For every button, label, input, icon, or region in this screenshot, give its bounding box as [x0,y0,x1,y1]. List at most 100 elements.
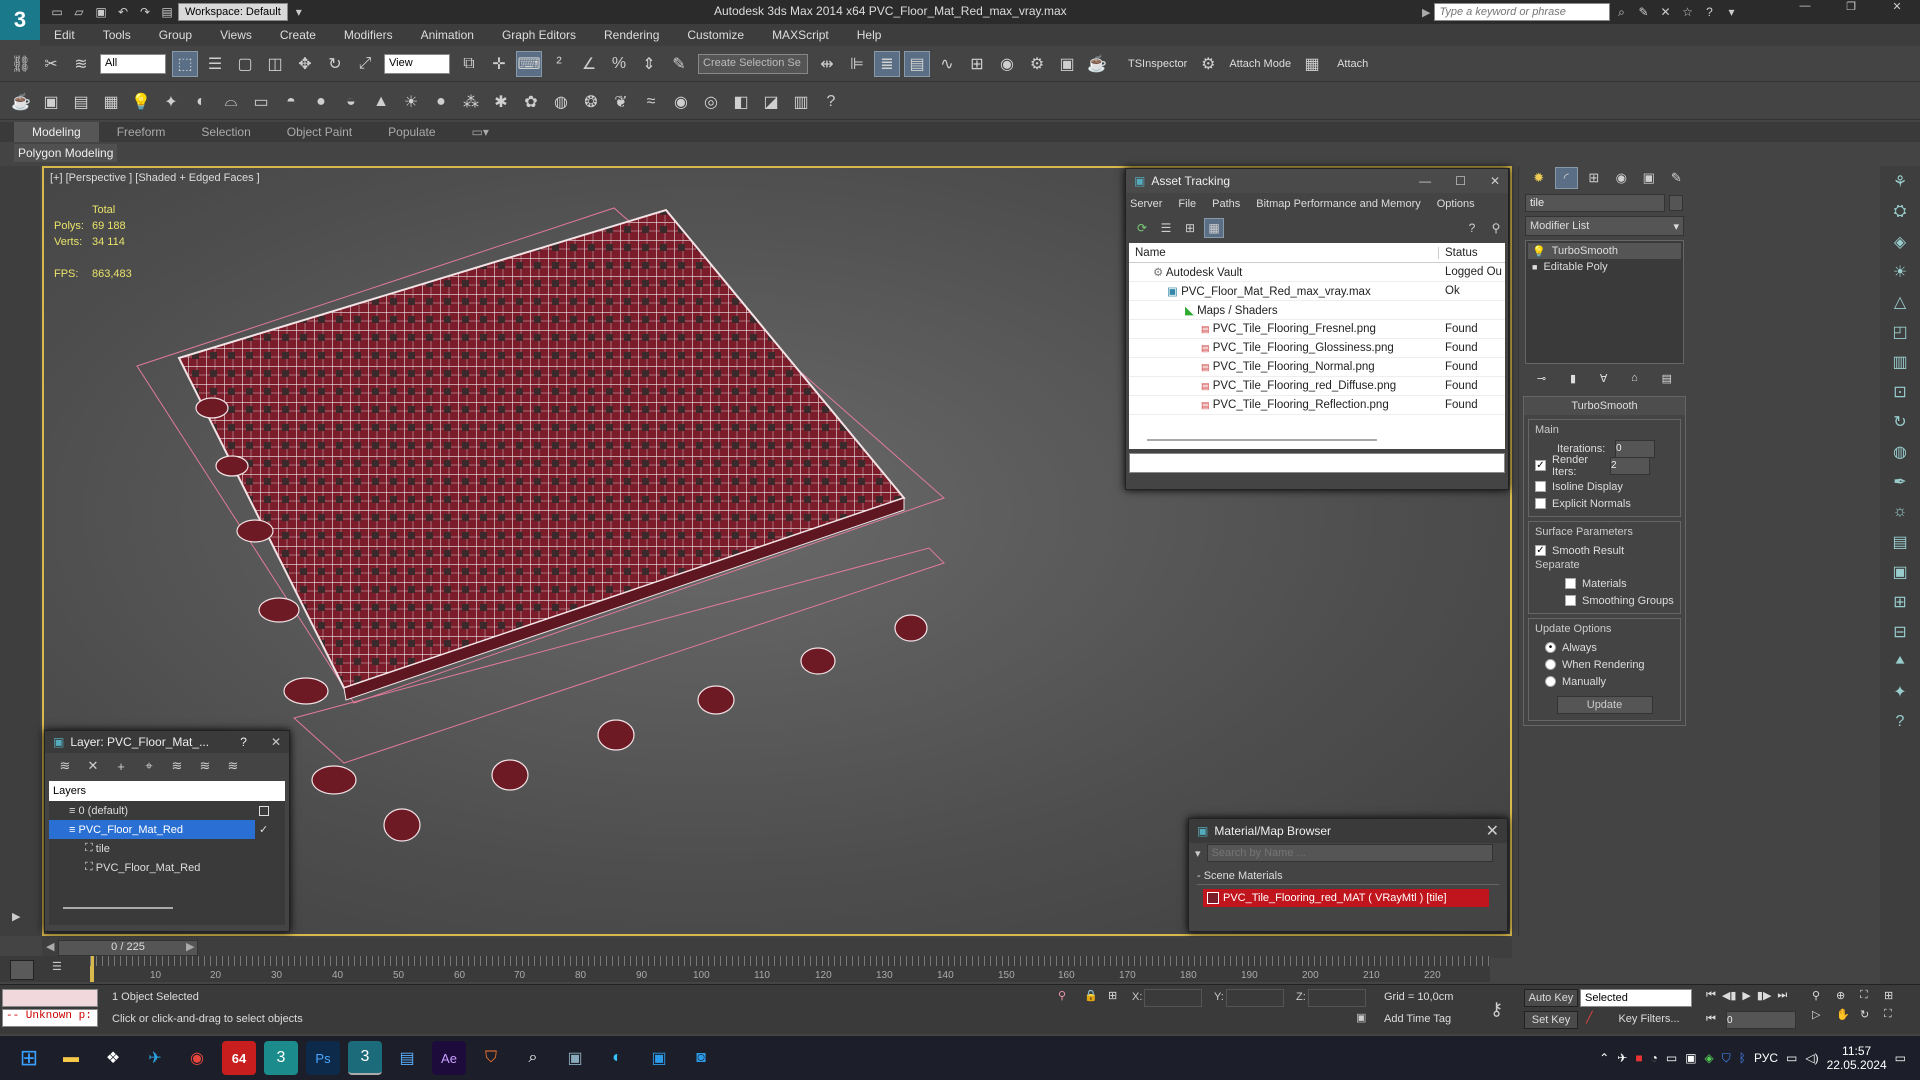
align-icon[interactable]: ⊫ [844,51,870,77]
file-explorer-icon[interactable]: ▬ [54,1041,88,1075]
time-tag-icon[interactable]: ▣ [1356,1011,1366,1024]
checkmark-icon[interactable]: ✓ [259,823,268,836]
vfb-icon[interactable]: ◪ [758,89,784,115]
pin-icon[interactable]: ⚲ [1486,218,1506,238]
security-tray-icon[interactable]: ⛉ [1722,1051,1731,1066]
open-file-icon[interactable]: ▱ [70,3,88,21]
scale-icon[interactable]: ⤢ [352,51,378,77]
restore-button[interactable]: ❐ [1828,0,1874,24]
gear-icon[interactable]: ⚙ [1195,51,1221,77]
isolate-icon[interactable]: ⚲ [1058,989,1066,1002]
time-slider[interactable]: ◀ 0 / 225 ▶ [42,938,1512,958]
horizontal-scrollbar[interactable] [1147,439,1377,441]
at-menu-file[interactable]: File [1178,198,1196,210]
hide-all-icon[interactable]: ≋ [193,755,217,777]
at-menu-options[interactable]: Options [1437,198,1475,210]
sun-icon[interactable]: ☀ [1886,258,1914,286]
menu-edit[interactable]: Edit [40,28,89,42]
nvidia-tray-icon[interactable]: ◈ [1705,1051,1714,1065]
tab-populate[interactable]: Populate [370,122,453,142]
sky-icon[interactable]: ● [428,89,454,115]
panel-icon[interactable]: ▤ [1886,528,1914,556]
chrome-icon[interactable]: ◉ [180,1041,214,1075]
menu-maxscript[interactable]: MAXScript [758,28,843,42]
previous-frame-icon[interactable]: ◀▮ [1722,989,1737,1002]
sphere-light-icon[interactable]: ◐ [188,89,214,115]
orbit-icon[interactable]: ↻ [1860,1008,1884,1021]
layer-list-header[interactable]: Layers [49,781,285,801]
maximize-viewport-icon[interactable]: ⛶ [1884,1008,1908,1021]
snaps-toggle-icon[interactable]: ² [546,51,572,77]
modifier-list-dropdown[interactable]: Modifier List ▾ [1525,216,1684,236]
save-file-icon[interactable]: ▣ [92,3,110,21]
pin-stack-icon[interactable]: ⊸ [1537,372,1546,385]
smoothing-groups-checkbox[interactable] [1565,595,1576,606]
close-icon[interactable]: ✕ [1486,821,1499,841]
modify-tab-icon[interactable]: ◜ [1554,167,1579,189]
go-to-start-icon[interactable]: ⏮ [1706,989,1716,1002]
telegram-icon[interactable]: ✈ [138,1041,172,1075]
teapot-icon[interactable]: ☕ [8,89,34,115]
key-filter-pen-icon[interactable]: ╱ [1586,1011,1593,1024]
monitor-icon[interactable]: ⊟ [1886,618,1914,646]
plant-icon[interactable]: ✦ [1886,678,1914,706]
telegram-tray-icon[interactable]: ✈ [1617,1051,1627,1065]
set-keys-key-icon[interactable]: ⚷ [1490,999,1503,1020]
selection-filter-dropdown[interactable]: All [100,53,166,74]
tab-modeling[interactable]: Modeling [14,122,99,142]
explicit-normals-checkbox[interactable] [1535,498,1546,509]
undo-icon[interactable]: ↶ [114,3,132,21]
material-search-input[interactable] [1206,844,1493,862]
network-icon[interactable]: ▭ [1786,1051,1797,1065]
minimize-button[interactable]: — [1782,0,1828,24]
tab-freeform[interactable]: Freeform [99,122,184,142]
app-logo-icon[interactable]: 3 [0,0,40,40]
select-by-name-icon[interactable]: ☰ [202,51,228,77]
list-view-icon[interactable]: ☰ [1156,218,1176,238]
shield-app-icon[interactable]: ⛉ [474,1041,508,1075]
object-name-field[interactable] [1525,194,1665,212]
table-view-icon[interactable]: ▦ [1204,218,1224,238]
rendered-frame-icon[interactable]: ▣ [1054,51,1080,77]
curve-editor-icon[interactable]: ∿ [934,51,960,77]
bulb-icon[interactable]: ☼ [1886,498,1914,526]
refresh-icon[interactable]: ⟳ [1132,218,1152,238]
layer-object-pvc-floor-mat-red[interactable]: ⛶ PVC_Floor_Mat_Red [49,858,285,877]
binoculars-icon[interactable]: ⌕ [1612,3,1630,21]
mesh-light-icon[interactable]: ◒ [338,89,364,115]
proxy-icon[interactable]: ✿ [518,89,544,115]
rect-selection-icon[interactable]: ▢ [232,51,258,77]
y-coord-field[interactable] [1226,989,1284,1007]
dome-light-icon[interactable]: ⌓ [218,89,244,115]
notepad-icon[interactable]: ▤ [390,1041,424,1075]
expand-arrow-icon[interactable]: ▶ [12,910,20,923]
layer-item-pvc-floor-mat-red[interactable]: ≡ PVC_Floor_Mat_Red ✓ [49,820,268,839]
menu-modifiers[interactable]: Modifiers [330,28,407,42]
at-menu-paths[interactable]: Paths [1212,198,1240,210]
language-indicator[interactable]: РУС [1754,1051,1778,1065]
polygon-modeling-panel[interactable]: Polygon Modeling [14,144,118,162]
manually-radio[interactable] [1545,676,1556,687]
dome-icon[interactable]: ◓ [278,89,304,115]
app-64-icon[interactable]: 64 [222,1041,256,1075]
render-production-icon[interactable]: ☕ [1084,51,1110,77]
exchange-icon[interactable]: ✕ [1656,3,1674,21]
material-editor-icon[interactable]: ◉ [994,51,1020,77]
vray-light-icon[interactable]: ✦ [158,89,184,115]
col-status[interactable]: Status [1439,247,1478,259]
pivot-center-icon[interactable]: ⧉ [456,51,482,77]
chevron-up-icon[interactable]: ⌃ [1599,1051,1609,1065]
task-view-icon[interactable]: ❖ [96,1041,130,1075]
menu-tools[interactable]: Tools [89,28,145,42]
z-coord-field[interactable] [1308,989,1366,1007]
current-frame-field[interactable] [1726,1011,1796,1029]
render-iters-spinner[interactable] [1610,456,1650,475]
menu-group[interactable]: Group [145,28,206,42]
camera-icon[interactable]: ◰ [1886,318,1914,346]
maxscript-listener-top[interactable] [2,989,98,1007]
absolute-mode-icon[interactable]: ⊞ [1108,989,1117,1002]
zoom-extents-icon[interactable]: ⛶ [1860,989,1884,1002]
volume-icon[interactable]: ◁) [1805,1051,1818,1065]
3ds-max-2-icon[interactable]: 3 [264,1041,298,1075]
select-highlighted-icon[interactable]: ⌖ [137,755,161,777]
